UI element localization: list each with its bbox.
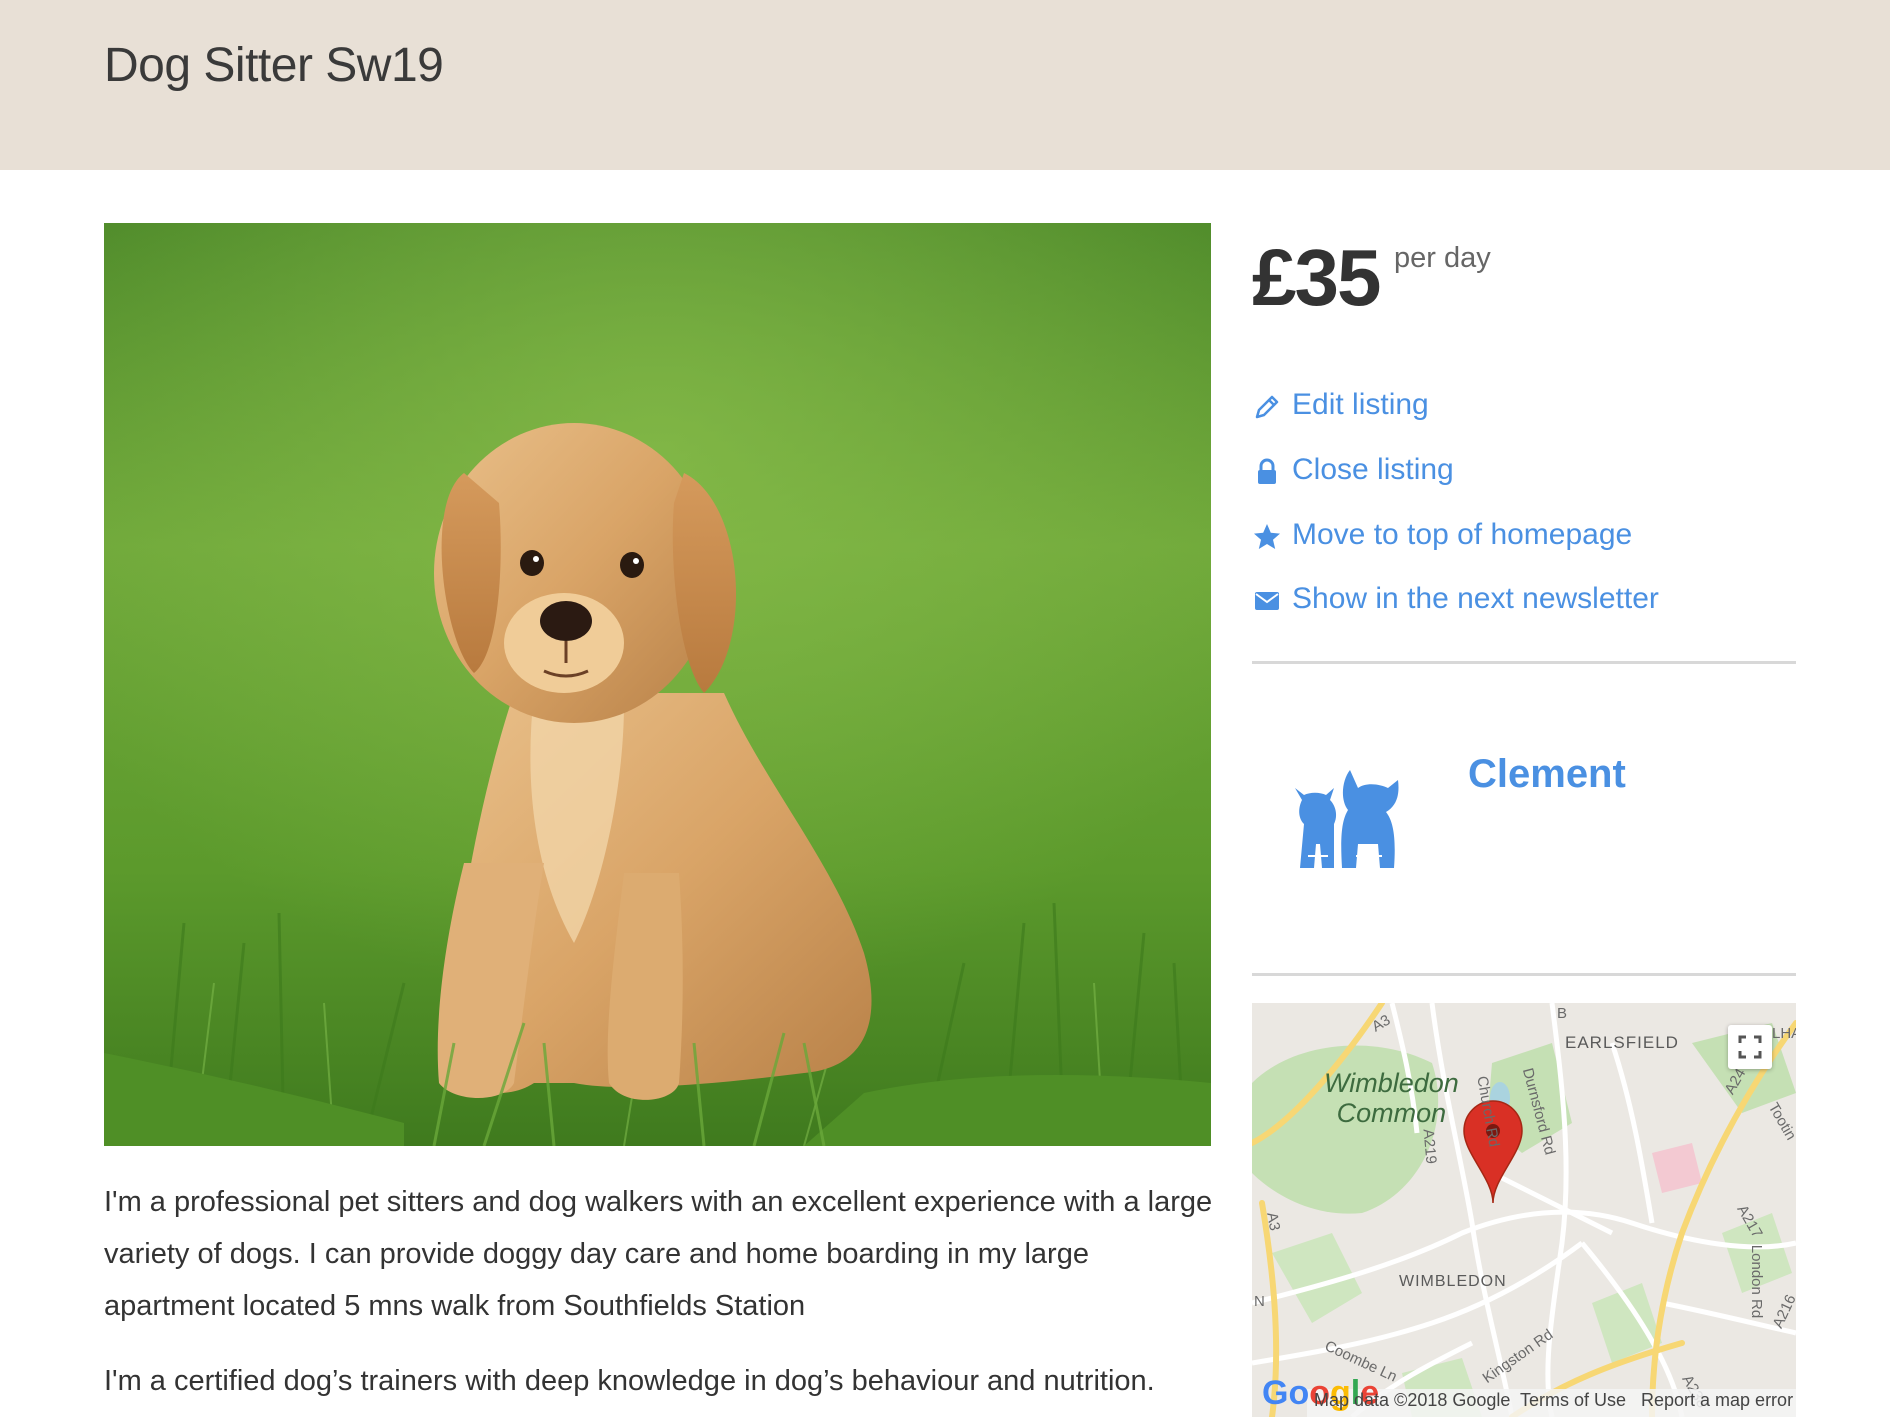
map-data-attribution: Map data ©2018 Google	[1314, 1390, 1511, 1410]
map-label-wimbledon: WIMBLEDON	[1399, 1273, 1507, 1290]
map-label-road: N	[1254, 1293, 1265, 1310]
map-label-line: Common	[1336, 1098, 1447, 1128]
close-listing-label: Close listing	[1292, 453, 1454, 486]
header-bar: Dog Sitter Sw19	[0, 0, 1890, 170]
envelope-icon	[1255, 592, 1279, 610]
cat-and-dog-icon[interactable]	[1290, 760, 1410, 875]
price-amount: £35	[1252, 233, 1381, 322]
price-unit: per day	[1394, 242, 1491, 274]
description-paragraph: I'm a certified dog’s trainers with deep…	[104, 1365, 1155, 1397]
divider	[1252, 973, 1796, 976]
divider	[1252, 661, 1796, 664]
lock-icon	[1258, 458, 1276, 484]
map-label-wimbledon-common: Wimbledon Common	[1324, 1068, 1459, 1128]
newsletter-label: Show in the next newsletter	[1292, 582, 1659, 615]
google-logo-letters: Go	[1262, 1374, 1310, 1412]
map-footer: Google Map data ©2018 Google Terms of Us…	[1252, 1374, 1796, 1417]
map-label-road: LHA	[1772, 1025, 1796, 1042]
map-label-road: B	[1557, 1005, 1568, 1022]
map-label-road: A219	[1419, 1128, 1440, 1165]
terms-of-use-link[interactable]: Terms of Use	[1520, 1390, 1626, 1411]
pencil-icon	[1255, 395, 1279, 419]
location-map[interactable]: Wimbledon Common EARLSFIELD WIMBLEDON A3…	[1252, 1003, 1796, 1417]
move-to-top-label: Move to top of homepage	[1292, 518, 1633, 551]
edit-listing-label: Edit listing	[1292, 388, 1429, 421]
listing-photo[interactable]	[104, 223, 1211, 1146]
map-fullscreen-button[interactable]	[1728, 1025, 1772, 1069]
map-label-road: London Rd	[1748, 1244, 1766, 1319]
description-paragraph: I'm a professional pet sitters and dog w…	[104, 1186, 1213, 1322]
puppy-image	[104, 223, 1211, 1146]
fullscreen-icon	[1738, 1035, 1762, 1059]
author-name[interactable]: Clement	[1468, 752, 1626, 797]
map-label-earlsfield: EARLSFIELD	[1565, 1033, 1679, 1052]
report-map-error-link[interactable]: Report a map error	[1641, 1390, 1793, 1411]
page-title: Dog Sitter Sw19	[104, 39, 444, 92]
star-icon	[1254, 524, 1280, 549]
map-label-road: A3	[1263, 1210, 1284, 1233]
map-label-line: Wimbledon	[1324, 1068, 1459, 1098]
